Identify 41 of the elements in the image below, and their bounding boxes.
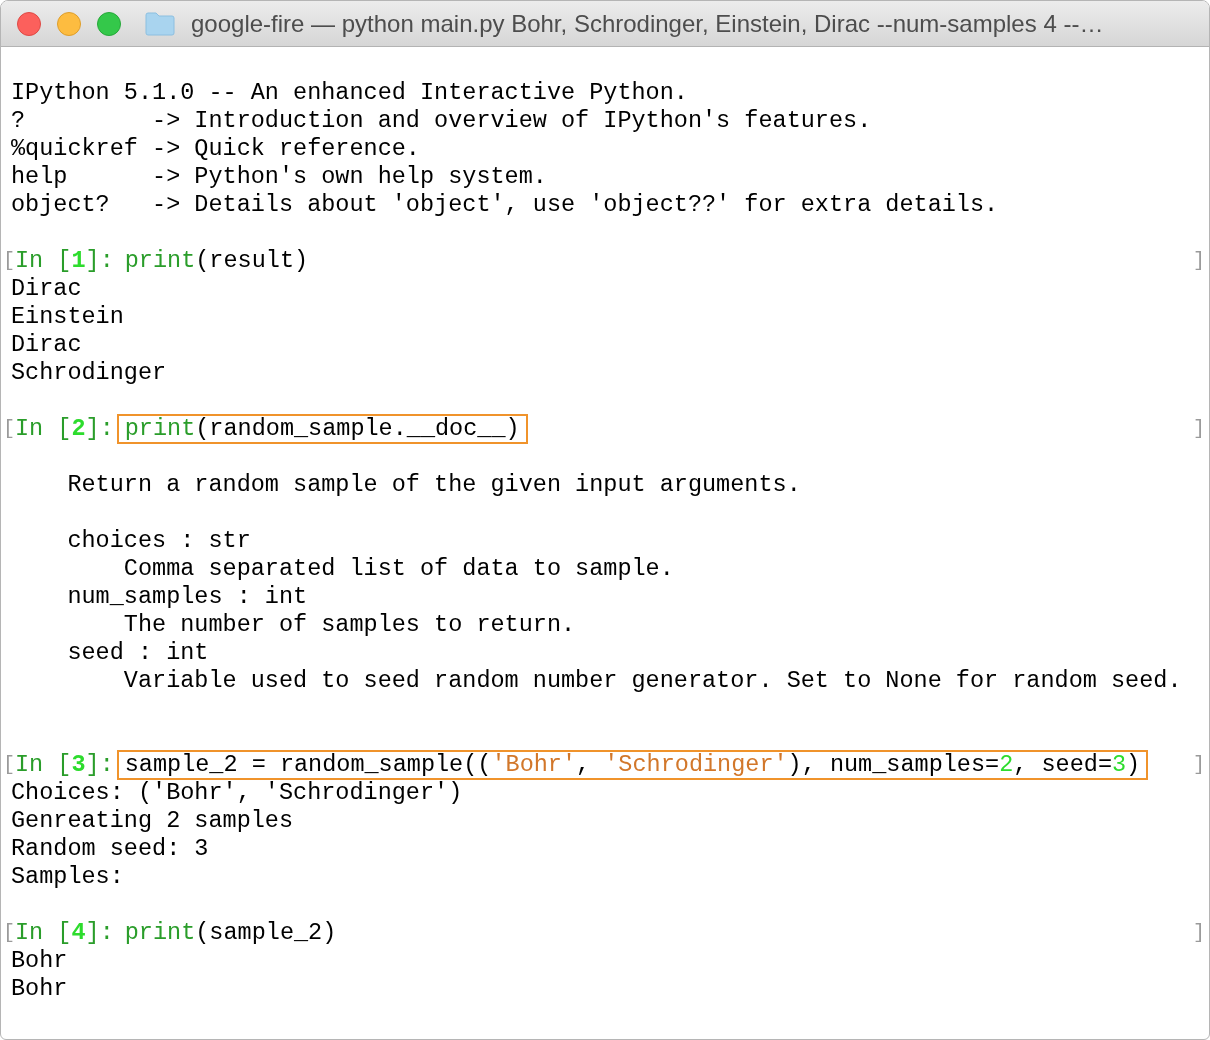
output-line: Dirac	[10, 275, 83, 303]
output-line: Variable used to seed random number generator. Set to None for random seed.	[122, 667, 1183, 695]
output-line: num_samples : int	[66, 583, 309, 611]
prompt-label: In [4]:	[15, 919, 114, 947]
bracket-mark: [	[3, 920, 15, 946]
code-text: print(result)	[123, 246, 310, 276]
output-line: Bohr	[10, 975, 69, 1003]
bracket-mark: ]	[1193, 752, 1205, 778]
output-line: Genreating 2 samples	[10, 807, 295, 835]
bracket-mark: [	[3, 416, 15, 442]
prompt-label: In [2]:	[15, 415, 114, 443]
output-line: help -> Python's own help system.	[10, 163, 548, 191]
output-line: Return a random sample of the given input arguments.	[66, 471, 802, 499]
bracket-mark: ]	[1193, 920, 1205, 946]
prompt-label: In [1]:	[15, 247, 114, 275]
folder-icon	[145, 11, 175, 36]
output-line: Dirac	[10, 331, 83, 359]
output-line: Samples:	[10, 863, 125, 891]
bracket-mark: ]	[1193, 248, 1205, 274]
code-text: print(sample_2)	[123, 918, 338, 948]
bracket-mark: [	[3, 248, 15, 274]
window-title: google-fire — python main.py Bohr, Schrodinger, Einstein, Dirac --num-samples 4 --…	[191, 8, 1104, 39]
output-line: The number of samples to return.	[122, 611, 577, 639]
output-line: object? -> Details about 'object', use 'object??' for extra details.	[10, 191, 1000, 219]
output-line: IPython 5.1.0 -- An enhanced Interactive Python.	[10, 79, 689, 107]
bracket-mark: ]	[1193, 416, 1205, 442]
output-line: choices : str	[66, 527, 252, 555]
close-icon[interactable]	[17, 11, 41, 36]
output-line: ? -> Introduction and overview of IPython's features.	[10, 107, 873, 135]
output-line: Schrodinger	[10, 359, 168, 387]
output-line: Bohr	[10, 947, 69, 975]
minimize-icon[interactable]	[57, 11, 81, 36]
output-line: Choices: ('Bohr', 'Schrodinger')	[10, 779, 464, 807]
maximize-icon[interactable]	[97, 11, 121, 36]
output-line: Einstein	[10, 303, 125, 331]
output-line: Random seed: 3	[10, 835, 210, 863]
output-line: seed : int	[66, 639, 210, 667]
prompt-label: In [3]:	[15, 751, 114, 779]
bracket-mark: [	[3, 752, 15, 778]
output-line: Comma separated list of data to sample.	[122, 555, 675, 583]
output-line: %quickref -> Quick reference.	[10, 135, 421, 163]
